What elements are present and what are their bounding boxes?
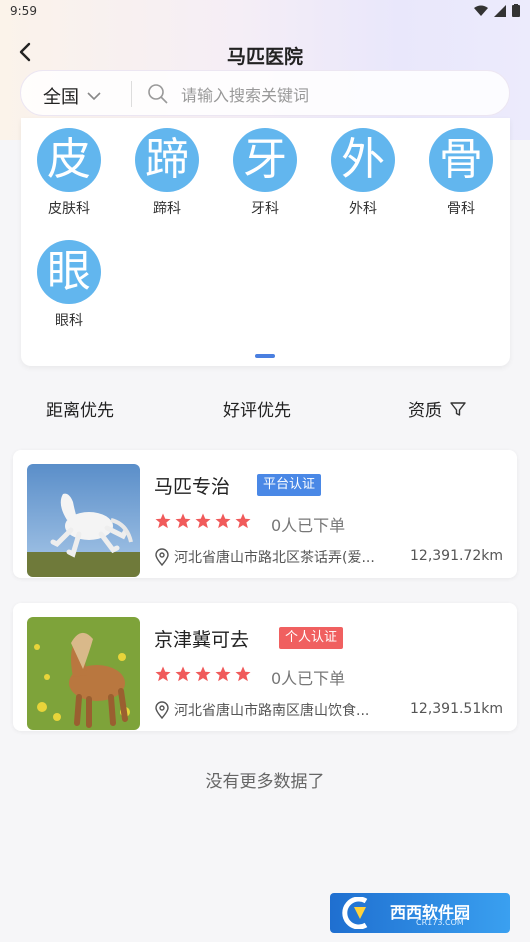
star-icon — [175, 666, 191, 682]
distance-text: 12,391.51km — [410, 701, 503, 717]
sort-qualification[interactable]: 资质 — [408, 396, 466, 421]
address-row: 河北省唐山市路北区茶话弄(爱... — [154, 547, 404, 567]
battery-icon — [512, 4, 520, 17]
star-icon — [155, 666, 171, 682]
star-icon — [215, 666, 231, 682]
category-item-ophthalmology[interactable]: 眼 眼科 — [29, 240, 109, 330]
star-icon — [215, 513, 231, 529]
address-text: 河北省唐山市路北区茶话弄(爱... — [174, 550, 375, 566]
search-icon — [148, 84, 168, 104]
category-label: 外科 — [349, 201, 377, 217]
region-label: 全国 — [43, 87, 79, 108]
page-indicator — [255, 354, 275, 358]
no-more-data: 没有更多数据了 — [205, 772, 325, 792]
status-icons — [474, 4, 520, 17]
category-label: 骨科 — [447, 201, 475, 217]
chevron-down-icon — [87, 91, 101, 100]
divider — [131, 81, 132, 107]
listing-name: 京津冀可去 — [154, 629, 250, 651]
order-count: 0人已下单 — [271, 669, 346, 688]
address-row: 河北省唐山市路南区唐山饮食... — [154, 700, 404, 720]
filter-icon — [450, 401, 466, 416]
category-label: 蹄科 — [153, 201, 181, 217]
status-time: 9:59 — [10, 4, 37, 18]
sort-rating[interactable]: 好评优先 — [223, 396, 291, 421]
sort-distance[interactable]: 距离优先 — [46, 396, 114, 421]
watermark-icon — [342, 897, 368, 929]
location-pin-icon — [155, 701, 169, 719]
listing-card[interactable]: 京津冀可去 个人认证 0人已下单 河北省唐山市路南区唐山饮食... 12,391… — [13, 603, 517, 731]
dental-icon: 牙 — [233, 128, 297, 192]
category-item-dental[interactable]: 牙 牙科 — [225, 128, 305, 218]
search-input[interactable] — [179, 80, 493, 110]
star-rating — [154, 512, 252, 530]
category-label: 牙科 — [251, 201, 279, 217]
category-item-orthopedics[interactable]: 骨 骨科 — [421, 128, 501, 218]
address-text: 河北省唐山市路南区唐山饮食... — [174, 703, 370, 719]
location-pin-icon — [155, 548, 169, 566]
watermark-subtext: CR173.COM — [416, 918, 464, 927]
star-icon — [235, 513, 251, 529]
orthopedics-icon: 骨 — [429, 128, 493, 192]
dermatology-icon: 皮 — [37, 128, 101, 192]
star-icon — [175, 513, 191, 529]
category-panel: 皮 皮肤科 蹄 蹄科 牙 牙科 外 外科 骨 骨科 眼 眼科 — [21, 118, 510, 366]
category-item-hoof[interactable]: 蹄 蹄科 — [127, 128, 207, 218]
category-item-dermatology[interactable]: 皮 皮肤科 — [29, 128, 109, 218]
star-icon — [195, 513, 211, 529]
star-rating — [154, 665, 252, 683]
hoof-icon: 蹄 — [135, 128, 199, 192]
certification-badge: 平台认证 — [257, 474, 322, 496]
ophthalmology-icon: 眼 — [37, 240, 101, 304]
category-item-surgery[interactable]: 外 外科 — [323, 128, 403, 218]
sort-bar: 距离优先 好评优先 资质 — [0, 392, 530, 424]
horse-thumbnail — [27, 617, 140, 730]
star-icon — [195, 666, 211, 682]
page-title: 马匹医院 — [226, 46, 303, 68]
watermark-logo: 西西软件园 CR173.COM — [330, 893, 510, 933]
wifi-icon — [474, 5, 488, 16]
category-label: 眼科 — [55, 313, 83, 329]
listing-name: 马匹专治 — [154, 476, 231, 498]
region-selector[interactable]: 全国 — [43, 83, 101, 109]
signal-icon — [494, 4, 506, 17]
certification-badge: 个人认证 — [279, 627, 344, 649]
order-count: 0人已下单 — [271, 516, 346, 535]
star-icon — [155, 513, 171, 529]
status-bar: 9:59 — [0, 0, 530, 24]
star-icon — [235, 666, 251, 682]
qualification-label: 资质 — [408, 401, 442, 421]
search-bar: 全国 — [20, 70, 510, 116]
listing-card[interactable]: 马匹专治 平台认证 0人已下单 河北省唐山市路北区茶话弄(爱... 12,391… — [13, 450, 517, 578]
distance-text: 12,391.72km — [410, 548, 503, 564]
horse-thumbnail — [27, 464, 140, 577]
category-label: 皮肤科 — [48, 201, 90, 217]
surgery-icon: 外 — [331, 128, 395, 192]
